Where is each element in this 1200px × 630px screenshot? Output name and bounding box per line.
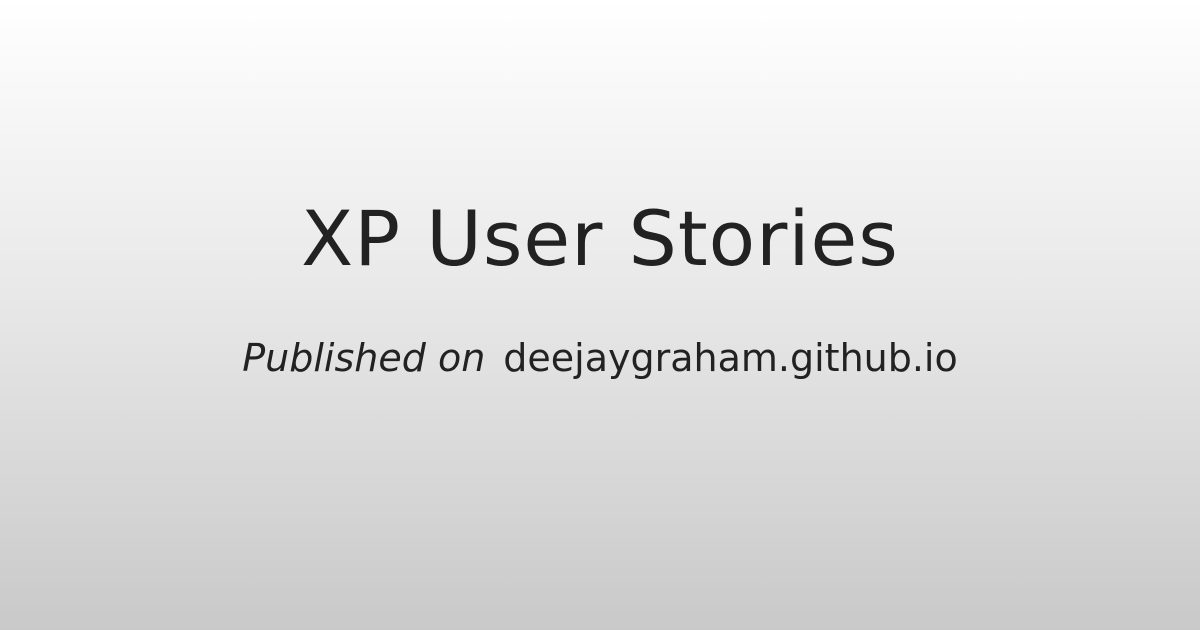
- publish-prefix: Published on: [242, 336, 486, 380]
- publish-line: Published on deejaygraham.github.io: [242, 339, 958, 377]
- site-name: deejaygraham.github.io: [503, 336, 958, 380]
- social-card: XP User Stories Published on deejaygraha…: [0, 0, 1200, 630]
- page-title: XP User Stories: [301, 194, 899, 283]
